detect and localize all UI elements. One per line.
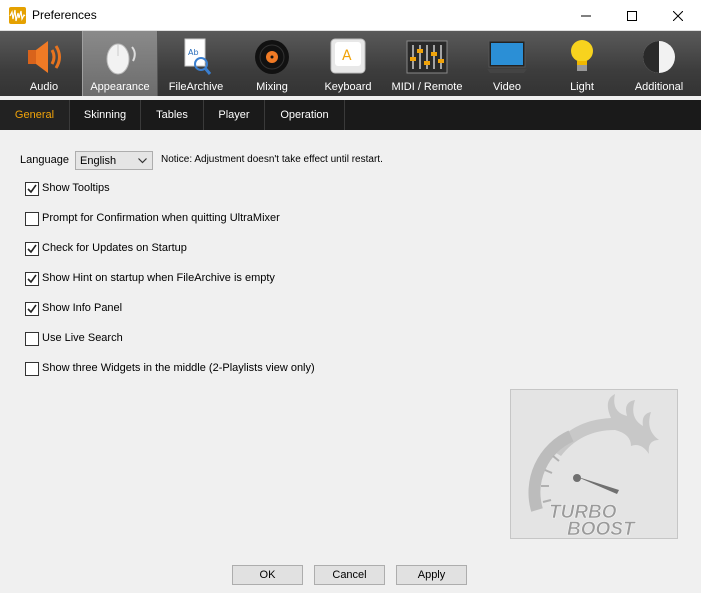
minimize-button[interactable] xyxy=(563,0,609,31)
apply-button[interactable]: Apply xyxy=(396,565,467,585)
category-additional[interactable]: Additional xyxy=(621,31,697,96)
option-checkbox[interactable] xyxy=(25,212,39,226)
option-label: Show Tooltips xyxy=(42,182,110,194)
category-midi-remote[interactable]: MIDI / Remote xyxy=(389,31,465,96)
cancel-button[interactable]: Cancel xyxy=(314,565,385,585)
maximize-icon xyxy=(627,10,637,21)
preferences-category-toolbar: Audio Appearance Ab FileArchive Mixing A… xyxy=(0,31,701,96)
checkmark-icon xyxy=(27,244,37,254)
window-title: Preferences xyxy=(32,8,97,22)
tab-operation[interactable]: Operation xyxy=(265,100,345,130)
vinyl-record-icon xyxy=(255,40,289,74)
ok-button[interactable]: OK xyxy=(232,565,303,585)
option-checkbox[interactable] xyxy=(25,242,39,256)
maximize-button[interactable] xyxy=(609,0,655,31)
tab-general[interactable]: General xyxy=(0,100,70,130)
half-circle-icon xyxy=(643,41,675,73)
category-video[interactable]: Video xyxy=(469,31,545,96)
option-checkbox[interactable] xyxy=(25,182,39,196)
minimize-icon xyxy=(581,15,591,16)
category-audio[interactable]: Audio xyxy=(6,31,82,96)
restart-notice: Notice: Adjustment doesn't take effect u… xyxy=(161,154,383,165)
settings-tab-bar: General Skinning Tables Player Operation xyxy=(0,100,701,130)
turbo-boost-logo: TURBO BOOST xyxy=(510,389,678,540)
svg-text:Ab: Ab xyxy=(188,48,199,57)
option-label: Use Live Search xyxy=(42,332,123,344)
option-label: Check for Updates on Startup xyxy=(42,242,187,254)
tab-tables[interactable]: Tables xyxy=(141,100,204,130)
file-search-icon: Ab xyxy=(184,38,212,75)
monitor-icon xyxy=(487,40,527,73)
language-selected-value: English xyxy=(80,155,117,167)
option-checkbox[interactable] xyxy=(25,362,39,376)
language-select[interactable]: English xyxy=(75,151,153,170)
option-label: Show Info Panel xyxy=(42,302,123,314)
category-mixing[interactable]: Mixing xyxy=(234,31,310,96)
category-keyboard[interactable]: A Keyboard xyxy=(310,31,386,96)
keyboard-key-icon: A xyxy=(330,38,366,74)
mixer-faders-icon xyxy=(406,40,448,74)
svg-text:BOOST: BOOST xyxy=(567,519,636,538)
option-label: Show three Widgets in the middle (2-Play… xyxy=(42,362,315,374)
category-appearance[interactable]: Appearance xyxy=(82,31,158,96)
title-bar: Preferences xyxy=(0,0,701,31)
option-checkbox[interactable] xyxy=(25,272,39,286)
svg-text:A: A xyxy=(342,48,352,64)
checkmark-icon xyxy=(27,184,37,194)
language-label: Language xyxy=(20,154,69,166)
speedometer-flame-icon: TURBO BOOST xyxy=(528,394,659,540)
option-checkbox[interactable] xyxy=(25,332,39,346)
category-light[interactable]: Light xyxy=(544,31,620,96)
chevron-down-icon xyxy=(138,158,147,164)
option-label: Show Hint on startup when FileArchive is… xyxy=(42,272,275,284)
checkmark-icon xyxy=(27,304,37,314)
light-bulb-icon xyxy=(571,40,593,71)
close-icon xyxy=(673,10,683,21)
tab-player[interactable]: Player xyxy=(204,100,265,130)
speaker-icon xyxy=(28,41,61,73)
tab-skinning[interactable]: Skinning xyxy=(70,100,141,130)
mouse-icon xyxy=(106,43,136,75)
category-filearchive[interactable]: Ab FileArchive xyxy=(158,31,234,96)
option-checkbox[interactable] xyxy=(25,302,39,316)
ultramixer-app-icon xyxy=(9,7,26,24)
checkmark-icon xyxy=(27,274,37,284)
close-button[interactable] xyxy=(655,0,701,31)
option-label: Prompt for Confirmation when quitting Ul… xyxy=(42,212,280,224)
